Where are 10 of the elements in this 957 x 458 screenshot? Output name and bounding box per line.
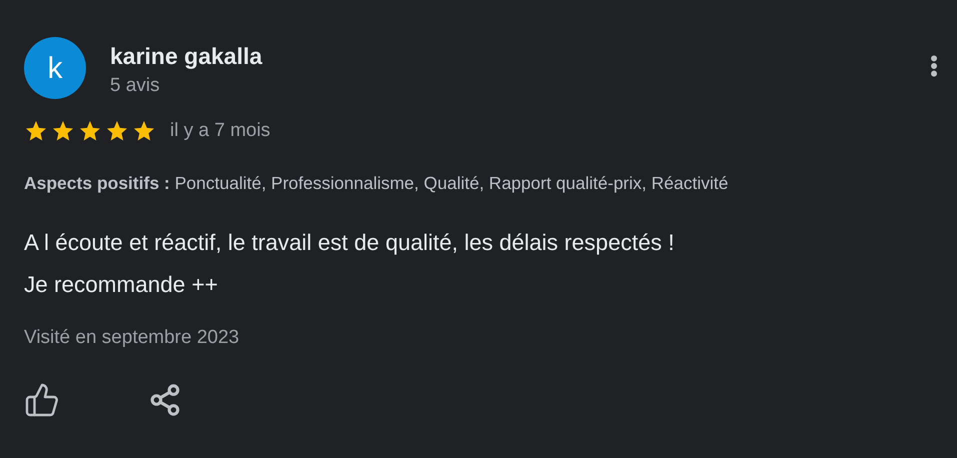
visit-date: Visité en septembre 2023 [24, 326, 240, 348]
review-text: A l écoute et réactif, le travail est de qualité, les délais respectés ! [24, 228, 676, 257]
review-count: 5 avis [110, 74, 161, 98]
positive-aspects: Aspects positifs : Ponctualité, Professionnalisme, Qualité, Rapport qualité-prix, Réactivité [24, 172, 728, 192]
avatar-letter: k [48, 50, 62, 86]
review-text: Je recommande ++ [24, 270, 219, 299]
reviewer-name[interactable]: karine gakalla [110, 41, 262, 71]
thumbs-up-icon[interactable] [24, 382, 60, 418]
share-icon[interactable] [148, 383, 182, 418]
review-time: il y a 7 mois [170, 119, 270, 143]
